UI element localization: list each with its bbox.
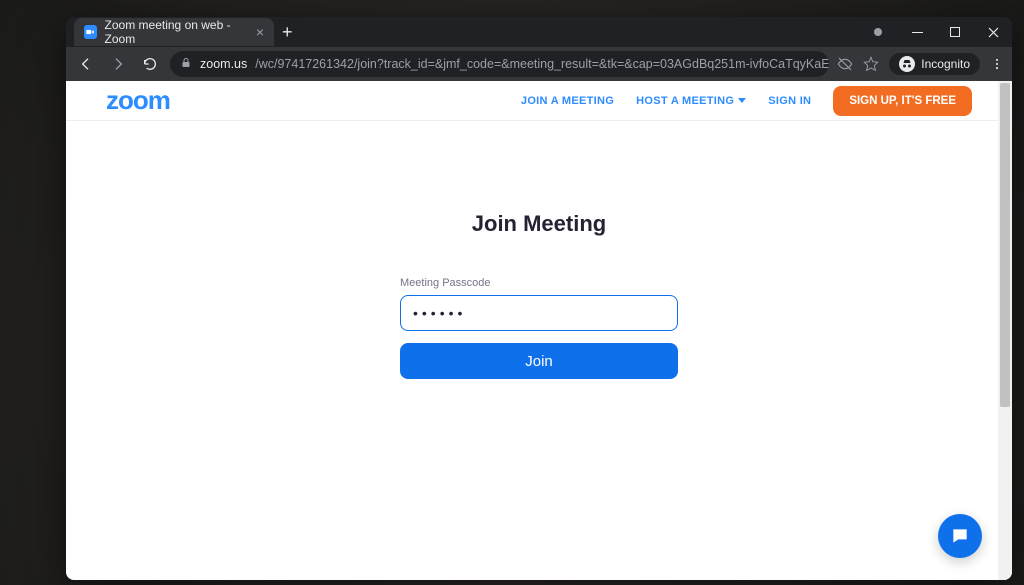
host-meeting-label: HOST A MEETING xyxy=(636,95,734,107)
chat-bubble-button[interactable] xyxy=(938,514,982,558)
passcode-input[interactable] xyxy=(400,295,678,331)
chat-icon xyxy=(950,526,970,546)
minimize-button[interactable] xyxy=(898,17,936,47)
header-nav: JOIN A MEETING HOST A MEETING SIGN IN SI… xyxy=(521,86,972,116)
eye-off-icon[interactable] xyxy=(837,56,853,72)
sign-up-button[interactable]: SIGN UP, IT'S FREE xyxy=(833,86,972,116)
close-tab-icon[interactable]: × xyxy=(256,24,264,40)
toolbar-right-icons: Incognito xyxy=(837,53,1004,75)
join-meeting-link[interactable]: JOIN A MEETING xyxy=(521,95,614,107)
lock-icon xyxy=(180,57,192,72)
chevron-down-icon xyxy=(738,98,746,103)
join-button[interactable]: Join xyxy=(400,343,678,379)
zoom-logo[interactable]: zoom xyxy=(106,85,170,116)
close-window-button[interactable] xyxy=(974,17,1012,47)
sign-in-link[interactable]: SIGN IN xyxy=(768,95,811,107)
incognito-icon xyxy=(899,56,915,72)
url-domain: zoom.us xyxy=(200,57,247,71)
main-area: Join Meeting Meeting Passcode Join xyxy=(66,121,1012,379)
kebab-menu-icon[interactable] xyxy=(990,57,1004,71)
host-meeting-link[interactable]: HOST A MEETING xyxy=(636,95,746,107)
media-indicator-icon xyxy=(874,28,882,36)
browser-tab[interactable]: Zoom meeting on web - Zoom × xyxy=(74,18,274,46)
back-button[interactable] xyxy=(74,52,98,76)
incognito-chip[interactable]: Incognito xyxy=(889,53,980,75)
url-path: /wc/97417261342/join?track_id=&jmf_code=… xyxy=(255,57,829,71)
zoom-favicon-icon xyxy=(84,25,97,39)
star-icon[interactable] xyxy=(863,56,879,72)
zoom-header: zoom JOIN A MEETING HOST A MEETING SIGN … xyxy=(66,81,1012,121)
browser-window: Zoom meeting on web - Zoom × + xyxy=(66,17,1012,580)
passcode-label: Meeting Passcode xyxy=(400,277,678,289)
forward-button[interactable] xyxy=(106,52,130,76)
join-form: Meeting Passcode Join xyxy=(400,277,678,379)
page-title: Join Meeting xyxy=(472,211,606,237)
titlebar: Zoom meeting on web - Zoom × + xyxy=(66,17,1012,47)
maximize-button[interactable] xyxy=(936,17,974,47)
window-controls xyxy=(874,17,1012,47)
scrollbar-thumb[interactable] xyxy=(1000,83,1010,407)
reload-button[interactable] xyxy=(138,52,162,76)
address-bar[interactable]: zoom.us/wc/97417261342/join?track_id=&jm… xyxy=(170,51,829,77)
browser-toolbar: zoom.us/wc/97417261342/join?track_id=&jm… xyxy=(66,47,1012,81)
new-tab-button[interactable]: + xyxy=(274,22,301,43)
incognito-label: Incognito xyxy=(921,57,970,71)
page-content: zoom JOIN A MEETING HOST A MEETING SIGN … xyxy=(66,81,1012,580)
scrollbar[interactable] xyxy=(998,81,1012,580)
tab-title: Zoom meeting on web - Zoom xyxy=(105,18,248,46)
